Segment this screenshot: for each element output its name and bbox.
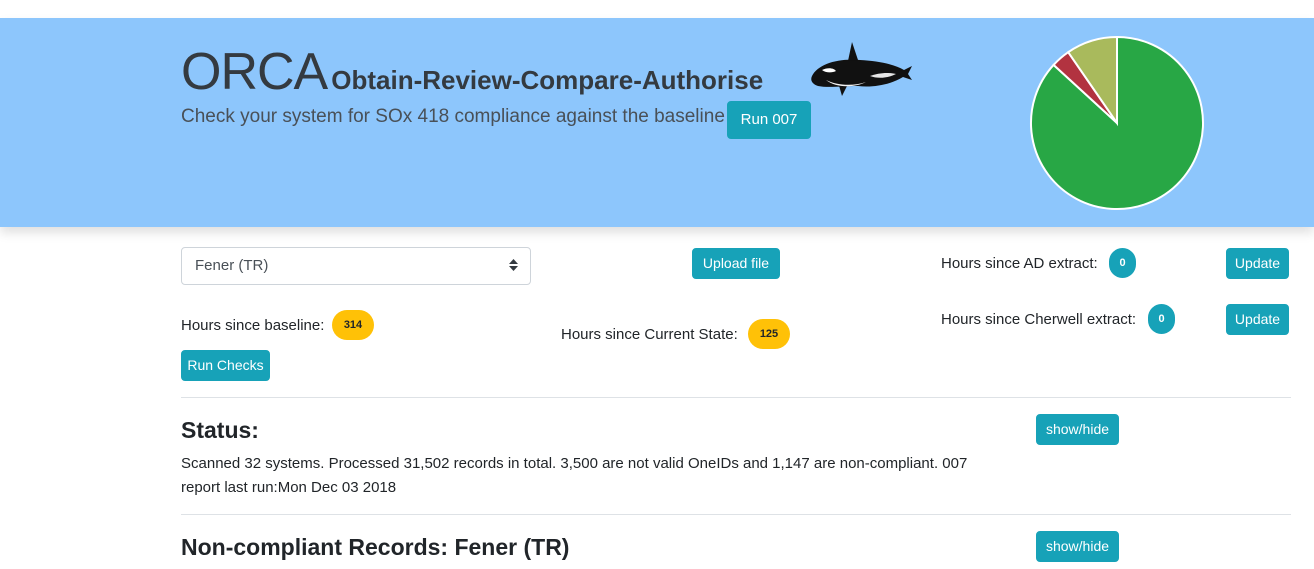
compliance-pie-chart — [1030, 35, 1204, 210]
status-line-1: Scanned 32 systems. Processed 31,502 rec… — [181, 455, 968, 472]
tagline: Check your system for SOx 418 compliance… — [181, 106, 725, 127]
divider — [181, 397, 1291, 398]
app-title: ORCA — [181, 43, 328, 101]
cherwell-extract-label: Hours since Cherwell extract: — [941, 311, 1137, 328]
header-jumbotron: ORCA Obtain-Review-Compare-Authorise Chec… — [0, 18, 1314, 227]
brand-title: ORCA Obtain-Review-Compare-Authorise — [181, 42, 763, 102]
orca-whale-icon — [811, 42, 912, 96]
status-text: Scanned 32 systems. Processed 31,502 rec… — [181, 452, 1031, 500]
noncompliant-heading: Non-compliant Records: Fener (TR) — [181, 534, 570, 560]
ad-extract-label: Hours since AD extract: — [941, 255, 1098, 272]
current-state-label: Hours since Current State: — [561, 326, 738, 343]
run-007-button[interactable]: Run 007 — [727, 101, 811, 139]
baseline-label: Hours since baseline: — [181, 317, 325, 334]
ad-extract-hours-badge: 0 — [1109, 248, 1136, 278]
system-select-value: Fener (TR) — [195, 257, 269, 274]
run-checks-button[interactable]: Run Checks — [181, 350, 270, 381]
update-cherwell-button[interactable]: Update — [1226, 304, 1289, 335]
status-line-2: report last run:Mon Dec 03 2018 — [181, 479, 397, 496]
select-caret-icon — [509, 248, 518, 284]
baseline-hours-badge: 314 — [332, 310, 374, 340]
update-ad-button[interactable]: Update — [1226, 248, 1289, 279]
app-subtitle: Obtain-Review-Compare-Authorise — [331, 65, 764, 95]
cherwell-extract-hours-badge: 0 — [1148, 304, 1175, 334]
status-heading: Status: — [181, 417, 259, 443]
divider — [181, 514, 1291, 515]
upload-file-button[interactable]: Upload file — [692, 248, 780, 279]
status-show-hide-button[interactable]: show/hide — [1036, 414, 1119, 445]
system-select[interactable]: Fener (TR) — [181, 247, 531, 285]
noncompliant-show-hide-button[interactable]: show/hide — [1036, 531, 1119, 562]
current-state-hours-badge: 125 — [748, 319, 790, 349]
